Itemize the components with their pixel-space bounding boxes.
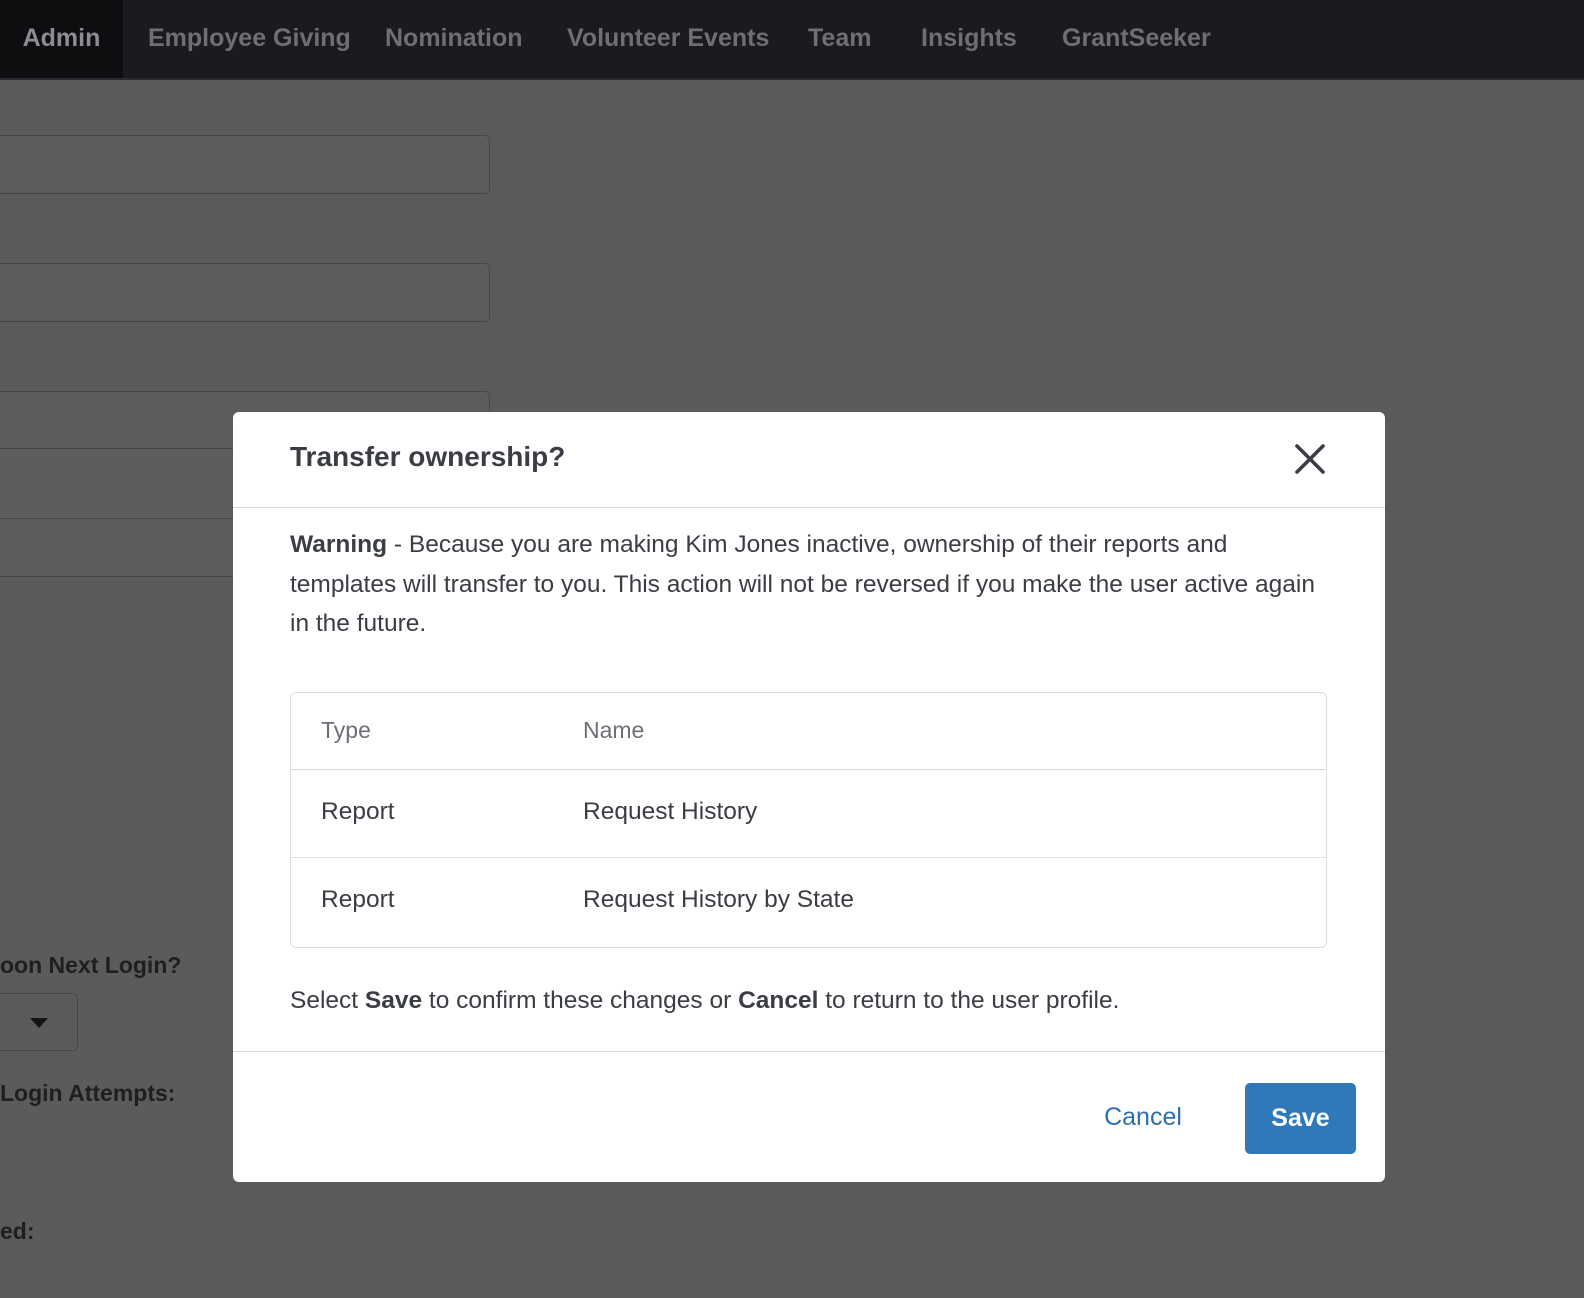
login-attempts-label: Login Attempts: <box>0 1080 176 1106</box>
tab-team[interactable]: Team <box>808 0 871 78</box>
caret-down-icon <box>30 1018 48 1028</box>
warning-body: - Because you are making Kim Jones inact… <box>290 531 1315 637</box>
top-nav: Admin Employee Giving Nomination Volunte… <box>0 0 1584 80</box>
modal-title: Transfer ownership? <box>290 441 566 472</box>
tab-employee-giving[interactable]: Employee Giving <box>148 0 351 78</box>
warning-lead: Warning <box>290 531 388 558</box>
warning-message: Warning - Because you are making Kim Jon… <box>290 525 1330 644</box>
row-type: Report <box>321 886 395 913</box>
row-name: Request History <box>583 798 758 825</box>
instructions-save-word: Save <box>364 987 423 1014</box>
table-row: Report Request History <box>291 770 1326 857</box>
column-header-type: Type <box>321 717 371 743</box>
save-button[interactable]: Save <box>1245 1083 1356 1154</box>
table-row: Report Request History by State <box>291 857 1326 945</box>
instructions-part-1: Select <box>290 987 365 1014</box>
transfer-ownership-modal: Transfer ownership? Warning - Because yo… <box>233 412 1385 1182</box>
background-input-2 <box>0 263 490 322</box>
change-password-label: oon Next Login? <box>0 952 182 978</box>
modal-footer: Cancel Save <box>233 1051 1385 1182</box>
background-input-5 <box>0 518 252 577</box>
tab-volunteer-events[interactable]: Volunteer Events <box>567 0 769 78</box>
column-header-name: Name <box>583 717 645 743</box>
cancel-button[interactable]: Cancel <box>1088 1082 1198 1152</box>
row-name: Request History by State <box>583 886 854 913</box>
instructions-cancel-word: Cancel <box>738 987 819 1014</box>
locked-label: ed: <box>0 1218 35 1244</box>
tab-nomination[interactable]: Nomination <box>385 0 523 78</box>
background-input-4 <box>0 448 252 521</box>
background-input-1 <box>0 135 490 194</box>
tab-grantseeker[interactable]: GrantSeeker <box>1062 0 1211 78</box>
instructions-part-2: to confirm these changes or <box>422 987 739 1014</box>
instructions-part-3: to return to the user profile. <box>818 987 1120 1014</box>
modal-header: Transfer ownership? <box>233 412 1385 508</box>
table-header: Type Name <box>291 693 1326 770</box>
instructions-text: Select Save to confirm these changes or … <box>290 987 1119 1015</box>
change-password-select <box>0 993 78 1051</box>
close-icon[interactable] <box>1293 442 1327 476</box>
row-type: Report <box>321 798 395 825</box>
ownership-table: Type Name Report Request History Report … <box>290 692 1327 948</box>
tab-insights[interactable]: Insights <box>921 0 1017 78</box>
tab-admin[interactable]: Admin <box>0 0 123 78</box>
